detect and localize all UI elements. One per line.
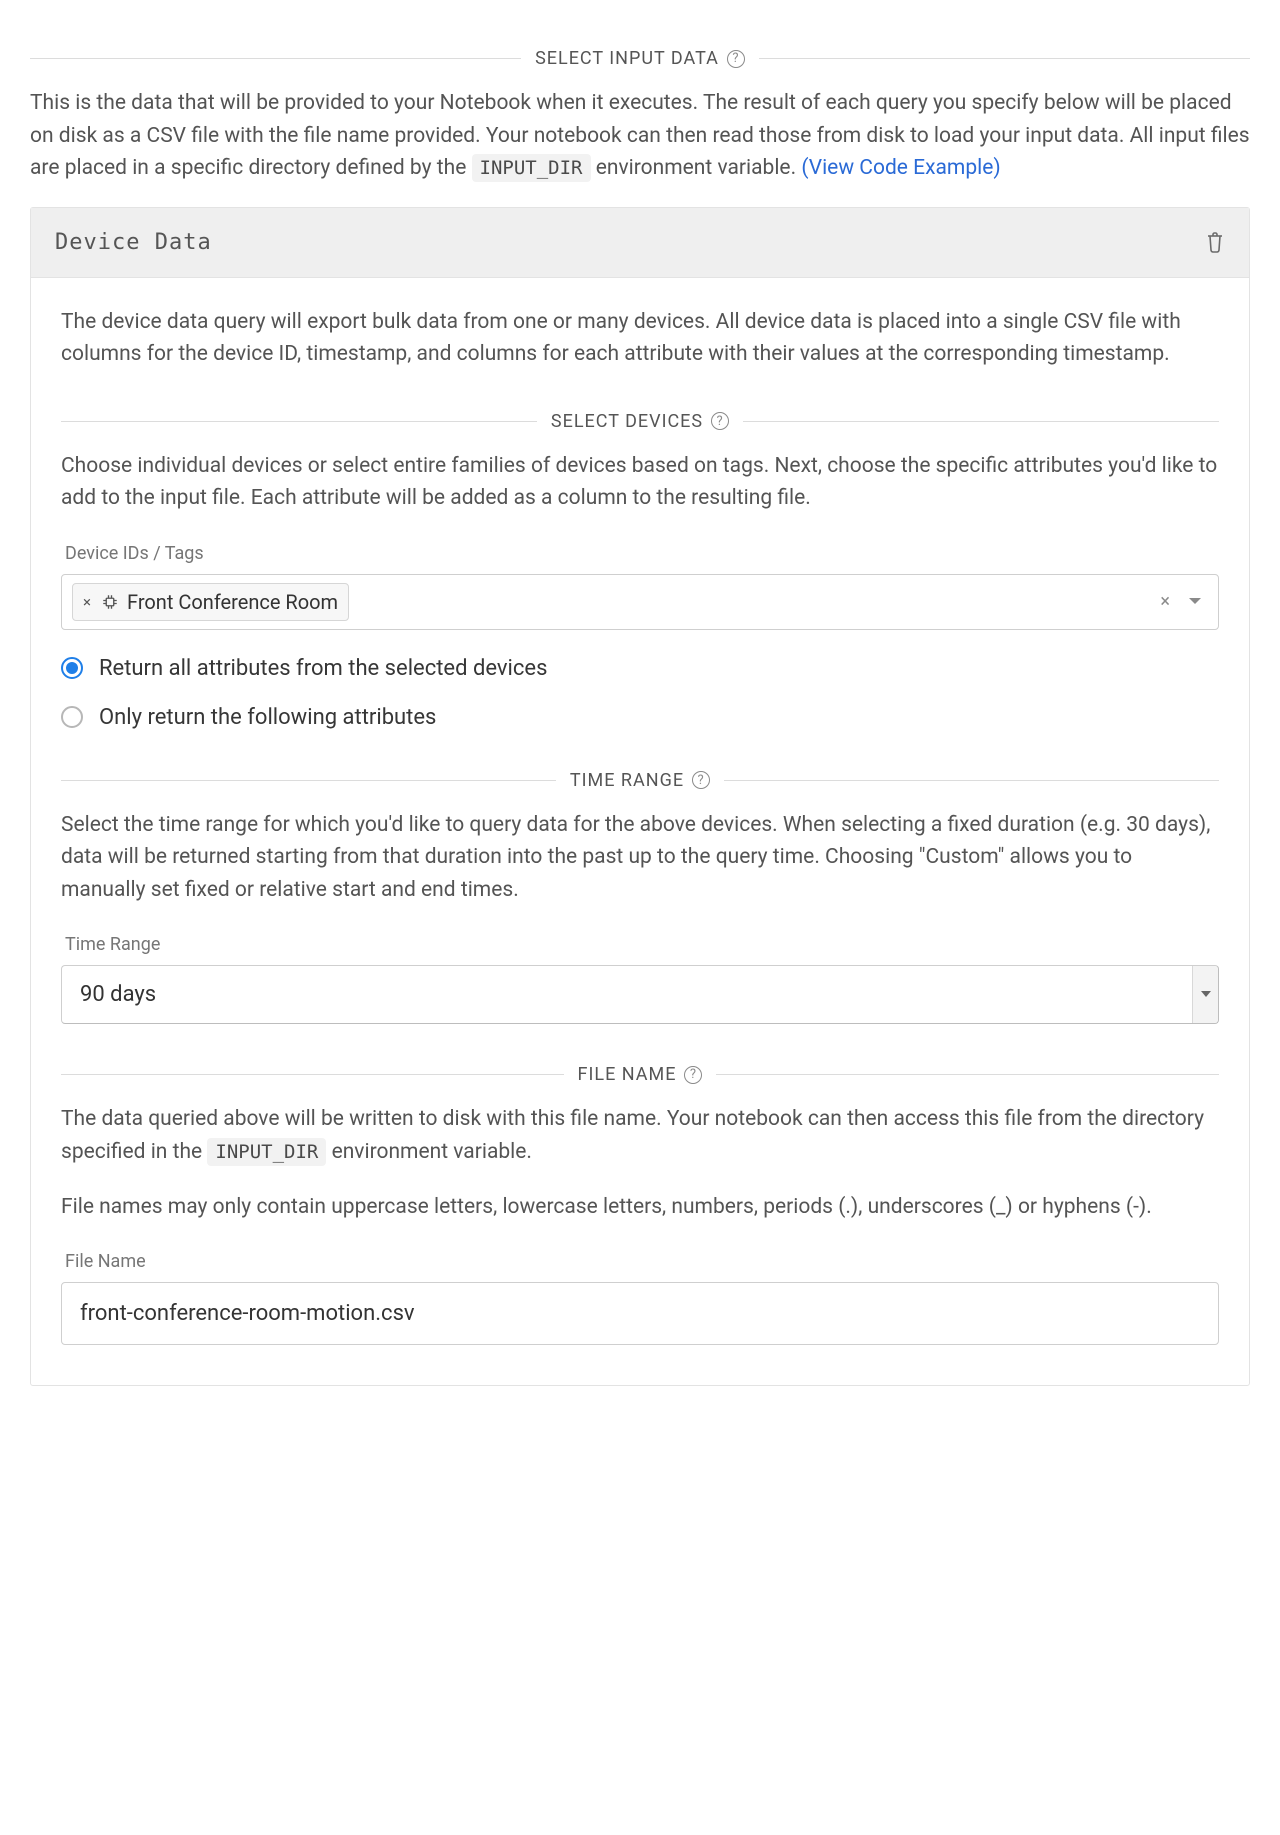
devices-description: Choose individual devices or select enti… (61, 450, 1219, 515)
section-divider-time-range: TIME RANGE ? (61, 770, 1219, 791)
help-icon[interactable]: ? (692, 771, 710, 789)
device-ids-label: Device IDs / Tags (65, 543, 1219, 564)
radio-return-only[interactable]: Only return the following attributes (61, 705, 1219, 730)
file-name-description-2: File names may only contain uppercase le… (61, 1191, 1219, 1224)
help-icon[interactable]: ? (711, 412, 729, 430)
time-range-label: Time Range (65, 934, 1219, 955)
device-ids-input[interactable]: × Front Conference Room × (61, 574, 1219, 630)
file-name-input[interactable] (61, 1282, 1219, 1345)
view-code-example-link[interactable]: (View Code Example) (801, 156, 1000, 180)
time-range-description: Select the time range for which you'd li… (61, 809, 1219, 907)
chevron-down-icon[interactable] (1188, 591, 1202, 612)
clear-all-icon[interactable]: × (1160, 591, 1170, 612)
trash-icon[interactable] (1205, 231, 1225, 253)
time-range-value: 90 days (80, 982, 1192, 1007)
device-tag[interactable]: × Front Conference Room (72, 583, 349, 621)
section-title-time-range: TIME RANGE (570, 770, 684, 791)
section-title-file-name: FILE NAME (578, 1064, 677, 1085)
radio-label-only: Only return the following attributes (99, 705, 436, 730)
section-divider-input-data: SELECT INPUT DATA ? (30, 48, 1250, 69)
section-divider-file-name: FILE NAME ? (61, 1064, 1219, 1085)
help-icon[interactable]: ? (727, 50, 745, 68)
radio-input-all[interactable] (61, 657, 83, 679)
attributes-radio-group: Return all attributes from the selected … (61, 656, 1219, 730)
help-icon[interactable]: ? (684, 1066, 702, 1084)
device-tag-label: Front Conference Room (127, 590, 338, 614)
input-dir-code: INPUT_DIR (472, 154, 591, 182)
section-title-devices: SELECT DEVICES (551, 411, 703, 432)
input-dir-code: INPUT_DIR (207, 1138, 326, 1166)
file-name-label: File Name (65, 1251, 1219, 1272)
device-icon (101, 593, 119, 611)
panel-title: Device Data (55, 230, 212, 255)
file-name-description-1: The data queried above will be written t… (61, 1103, 1219, 1168)
time-range-select[interactable]: 90 days (61, 965, 1219, 1024)
radio-return-all[interactable]: Return all attributes from the selected … (61, 656, 1219, 681)
section-title-input-data: SELECT INPUT DATA (535, 48, 719, 69)
device-data-panel-header: Device Data (31, 208, 1249, 278)
remove-tag-icon[interactable]: × (83, 593, 91, 611)
section-divider-devices: SELECT DEVICES ? (61, 411, 1219, 432)
radio-input-only[interactable] (61, 706, 83, 728)
input-data-description: This is the data that will be provided t… (30, 87, 1250, 185)
chevron-down-icon[interactable] (1192, 966, 1218, 1023)
panel-description: The device data query will export bulk d… (61, 306, 1219, 371)
device-data-panel: Device Data The device data query will e… (30, 207, 1250, 1386)
radio-label-all: Return all attributes from the selected … (99, 656, 547, 681)
